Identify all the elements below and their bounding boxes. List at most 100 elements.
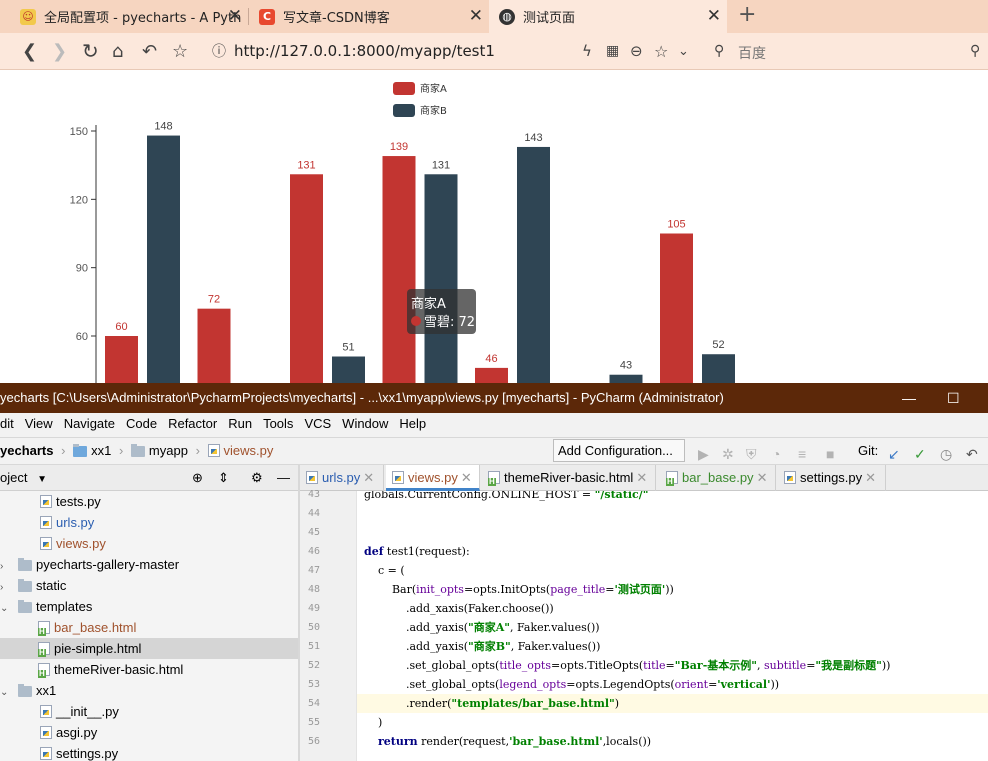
chevron-down-icon[interactable]: ▼ bbox=[37, 474, 47, 485]
bar bbox=[147, 135, 180, 383]
tree-item[interactable]: asgi.py bbox=[0, 722, 298, 743]
menu-window[interactable]: Window bbox=[342, 416, 388, 431]
tab-bar-base[interactable]: bar_base.py✕ bbox=[660, 465, 776, 491]
browser-tab-csdn[interactable]: C 写文章-CSDN博客 ✕ bbox=[249, 0, 489, 33]
minimize-icon[interactable]: — bbox=[902, 383, 916, 413]
undo-icon[interactable]: ↶ bbox=[142, 39, 157, 63]
tree-item[interactable]: bar_base.html bbox=[0, 617, 298, 638]
magnifier-icon[interactable]: ⚲ bbox=[970, 39, 980, 63]
run-icon[interactable]: ▶ bbox=[698, 441, 709, 467]
add-configuration-button[interactable]: Add Configuration... bbox=[553, 439, 685, 462]
build-icon[interactable]: ≡ bbox=[798, 441, 806, 467]
stop-icon[interactable]: ■ bbox=[826, 441, 834, 467]
forward-icon[interactable]: ❯ bbox=[52, 39, 67, 63]
tree-item[interactable]: › static bbox=[0, 575, 298, 596]
tab-themeriver[interactable]: themeRiver-basic.html✕ bbox=[482, 465, 656, 491]
tab-label: themeRiver-basic.html bbox=[504, 470, 634, 485]
tree-item[interactable]: views.py bbox=[0, 533, 298, 554]
breadcrumb-myapp[interactable]: myapp bbox=[149, 443, 188, 458]
search-input[interactable]: 百度 bbox=[738, 43, 766, 63]
code-editor[interactable]: globals.CurrentConfig.ONLINE_HOST = "/st… bbox=[357, 491, 988, 761]
tab-urls[interactable]: urls.py ✕ bbox=[300, 465, 384, 491]
menu-help[interactable]: Help bbox=[399, 416, 426, 431]
locate-icon[interactable]: ⊕ bbox=[192, 465, 203, 490]
breadcrumb-xx1[interactable]: xx1 bbox=[91, 443, 111, 458]
close-tab-icon[interactable]: ✕ bbox=[469, 7, 483, 25]
menu-vcs[interactable]: VCS bbox=[304, 416, 331, 431]
tree-item[interactable]: pie-simple.html bbox=[0, 638, 298, 659]
menu-tools[interactable]: Tools bbox=[263, 416, 293, 431]
close-icon[interactable]: ✕ bbox=[461, 470, 472, 485]
menu-code[interactable]: Code bbox=[126, 416, 157, 431]
git-commit-icon[interactable]: ✓ bbox=[914, 441, 926, 467]
tab-views[interactable]: views.py ✕ bbox=[386, 465, 480, 491]
chevron-right-icon[interactable]: › bbox=[0, 577, 10, 598]
close-icon[interactable]: ✕ bbox=[636, 470, 647, 485]
tree-item[interactable]: themeRiver-basic.html bbox=[0, 659, 298, 680]
back-icon[interactable]: ❮ bbox=[22, 39, 37, 63]
chevron-right-icon[interactable]: › bbox=[0, 556, 10, 577]
tree-item[interactable]: › pyecharts-gallery-master bbox=[0, 554, 298, 575]
browser-tab-test[interactable]: ◍ 测试页面 ✕ bbox=[489, 0, 727, 33]
tab-settings[interactable]: settings.py ✕ bbox=[778, 465, 886, 491]
browser-tab-pyecharts[interactable]: ☺ 全局配置项 - pyecharts - A Pyth ✕ bbox=[0, 0, 248, 33]
rollback-icon[interactable]: ↶ bbox=[966, 441, 978, 467]
reload-icon[interactable]: ↻ bbox=[82, 39, 99, 63]
close-tab-icon[interactable]: ✕ bbox=[707, 7, 721, 25]
tab-label: bar_base.py bbox=[682, 470, 754, 485]
profile-icon[interactable]: ◔ bbox=[772, 441, 780, 467]
chevron-right-icon: › bbox=[118, 443, 124, 458]
tree-item[interactable]: settings.py bbox=[0, 743, 298, 761]
git-update-icon[interactable]: ↙ bbox=[888, 441, 900, 467]
y-tick-label: 60 bbox=[76, 331, 88, 343]
tree-item[interactable]: tests.py bbox=[0, 491, 298, 512]
home-icon[interactable]: ⌂ bbox=[112, 39, 123, 63]
chevron-down-icon[interactable]: ⌄ bbox=[0, 598, 10, 619]
close-tab-icon[interactable]: ✕ bbox=[228, 7, 242, 25]
close-icon[interactable]: ✕ bbox=[363, 470, 374, 485]
menu-refactor[interactable]: Refactor bbox=[168, 416, 217, 431]
html-file-icon bbox=[38, 642, 50, 657]
python-file-icon bbox=[207, 444, 220, 457]
grid-icon[interactable]: ▦ bbox=[606, 39, 619, 63]
dropdown-icon[interactable]: ⌄ bbox=[678, 39, 689, 63]
coverage-icon[interactable]: ⛨ bbox=[746, 441, 757, 467]
menu-navigate[interactable]: Navigate bbox=[64, 416, 115, 431]
line-number: 46 bbox=[307, 546, 320, 557]
url-field[interactable]: http://127.0.0.1:8000/myapp/test1 bbox=[234, 42, 495, 60]
tree-item[interactable]: __init__.py bbox=[0, 701, 298, 722]
collapse-icon[interactable]: ⇕ bbox=[218, 465, 229, 490]
tree-item[interactable]: ⌄ templates bbox=[0, 596, 298, 617]
debug-icon[interactable]: ✲ bbox=[722, 441, 734, 467]
favorite-icon[interactable]: ☆ bbox=[654, 39, 668, 63]
folder-icon bbox=[73, 444, 88, 457]
python-file-icon bbox=[40, 495, 52, 508]
menu-run[interactable]: Run bbox=[228, 416, 252, 431]
breadcrumb-file[interactable]: views.py bbox=[224, 443, 274, 458]
menu-view[interactable]: View bbox=[25, 416, 53, 431]
lightning-icon[interactable]: ϟ bbox=[582, 39, 592, 63]
close-icon[interactable]: ✕ bbox=[865, 470, 876, 485]
address-bar: ❮ ❯ ↻ ⌂ ↶ ☆ ⓘ http://127.0.0.1:8000/myap… bbox=[0, 33, 988, 70]
zoom-icon[interactable]: ⊖ bbox=[630, 39, 643, 63]
tree-item-label: pie-simple.html bbox=[54, 641, 142, 656]
close-icon[interactable]: ✕ bbox=[757, 470, 768, 485]
tree-item[interactable]: urls.py bbox=[0, 512, 298, 533]
menu-edit[interactable]: dit bbox=[0, 416, 14, 431]
breadcrumb-project[interactable]: yecharts bbox=[0, 443, 53, 458]
html-file-icon bbox=[38, 663, 50, 678]
bar bbox=[197, 308, 231, 383]
html-file-icon bbox=[666, 471, 678, 486]
gear-icon[interactable]: ⚙ bbox=[251, 465, 263, 490]
maximize-icon[interactable]: ☐ bbox=[947, 383, 960, 413]
star-icon[interactable]: ☆ bbox=[172, 39, 188, 63]
chevron-down-icon[interactable]: ⌄ bbox=[0, 682, 10, 703]
bar bbox=[424, 174, 458, 383]
tree-item[interactable]: ⌄ xx1 bbox=[0, 680, 298, 701]
tree-item-label: static bbox=[36, 578, 67, 593]
hide-panel-icon[interactable]: — bbox=[277, 465, 290, 490]
new-tab-icon[interactable]: + bbox=[738, 2, 756, 27]
project-label[interactable]: oject bbox=[0, 470, 27, 485]
tooltip-marker bbox=[411, 316, 421, 326]
history-icon[interactable]: ◷ bbox=[940, 441, 952, 467]
